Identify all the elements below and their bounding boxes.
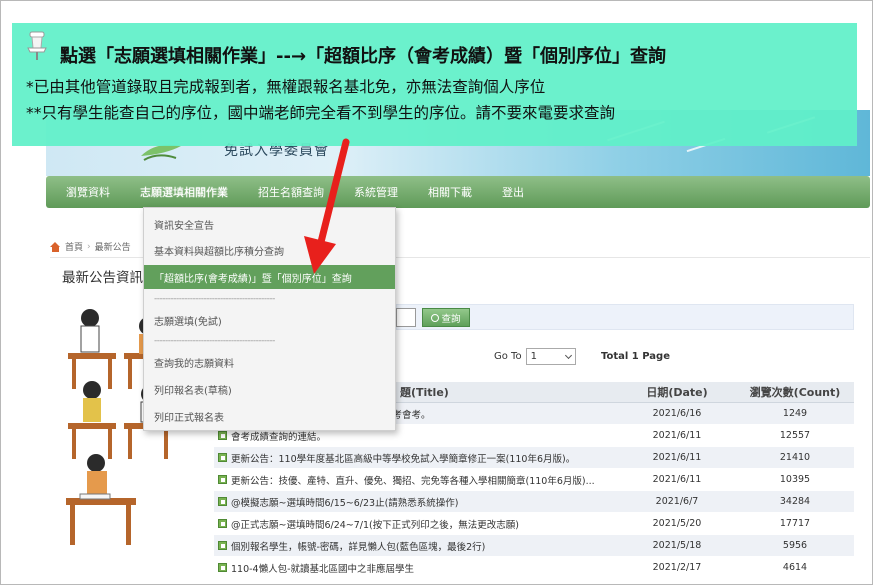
- row-count: 10395: [779, 474, 811, 485]
- table-row[interactable]: 個別報名學生，帳號-密碼，詳見懶人包(藍色區塊，最後2行) 2021/5/18 …: [214, 535, 854, 557]
- row-date: 2021/5/18: [652, 540, 702, 551]
- page-select-value: 1: [530, 351, 537, 362]
- breadcrumb-current: 最新公告: [94, 243, 131, 253]
- instruction-note-2: **只有學生能查自己的序位，國中端老師完全看不到學生的序位。請不要來電要求查詢: [26, 104, 616, 122]
- goto-label: Go To: [494, 351, 522, 362]
- document-icon: [218, 497, 227, 506]
- header-count[interactable]: 瀏覽次數(Count): [736, 382, 854, 402]
- row-count: 12557: [779, 430, 811, 441]
- table-row[interactable]: 更新公告：110學年度基北區高級中等學校免試入學簡章修正一案(110年6月版)。…: [214, 447, 854, 469]
- row-title-cell: @正式志願~選填時間6/24~7/1(按下正式列印之後，無法更改志願): [214, 513, 618, 534]
- row-date: 2021/6/11: [652, 430, 702, 441]
- menu-divider: ----------------------------------------…: [154, 294, 275, 304]
- breadcrumb-home[interactable]: 首頁: [65, 240, 83, 253]
- table-row[interactable]: 更新公告：技優、產特、直升、優免、獨招、完免等各種入學相關簡章(110年6月版)…: [214, 469, 854, 491]
- search-button[interactable]: 查詢: [422, 308, 470, 327]
- menu-item-score-query[interactable]: 基本資料與超額比序積分查詢: [144, 238, 395, 262]
- main-nav: 瀏覽資料 志願選填相關作業 招生名額查詢 系統管理 相關下載 登出: [46, 176, 870, 208]
- row-date: 2021/6/11: [652, 474, 702, 485]
- menu-item-print-final[interactable]: 列印正式報名表: [144, 404, 395, 428]
- instruction-note-1: *已由其他管道錄取且完成報到者，無權跟報名基北免，亦無法查詢個人序位: [26, 78, 546, 96]
- menu-item-choose-preferences[interactable]: 志願選填(免試): [144, 308, 395, 332]
- nav-system-admin[interactable]: 系統管理: [354, 184, 398, 200]
- row-title[interactable]: 110-4懶人包-就讀基北區國中之非應屆學生: [231, 561, 414, 575]
- home-icon: [50, 241, 61, 252]
- menu-item-print-draft[interactable]: 列印報名表(草稿): [144, 377, 395, 401]
- row-title-cell: @模擬志願~選填時間6/15~6/23止(請熟悉系統操作): [214, 491, 618, 512]
- pushpin-icon: [27, 31, 47, 60]
- row-date: 2021/5/20: [652, 518, 702, 529]
- page-title: 最新公告資訊: [62, 270, 143, 286]
- row-date: 2021/6/16: [652, 408, 702, 419]
- row-count: 5956: [782, 540, 808, 551]
- search-icon: [431, 313, 440, 322]
- page-jump: Go To 1: [494, 348, 576, 365]
- instruction-overlay: 點選「志願選填相關作業」--→「超額比序（會考成績）暨「個別序位」查詢 *已由其…: [12, 23, 857, 146]
- row-title[interactable]: 個別報名學生，帳號-密碼，詳見懶人包(藍色區塊，最後2行): [231, 539, 485, 553]
- menu-item-rank-query[interactable]: 「超額比序(會考成績)」暨「個別序位」查詢: [144, 265, 395, 289]
- row-title[interactable]: 更新公告：110學年度基北區高級中等學校免試入學簡章修正一案(110年6月版)。: [231, 451, 575, 465]
- search-button-label: 查詢: [441, 313, 461, 325]
- page-select[interactable]: 1: [525, 348, 576, 365]
- row-count: 1249: [782, 408, 808, 419]
- row-count: 34284: [779, 496, 811, 507]
- chevron-down-icon: [564, 351, 572, 359]
- row-date: 2021/6/11: [652, 452, 702, 463]
- search-input[interactable]: [396, 308, 416, 327]
- red-arrow-icon: [304, 138, 350, 274]
- application-dropdown-menu: 資訊安全宣告 基本資料與超額比序積分查詢 「超額比序(會考成績)」暨「個別序位」…: [143, 207, 396, 431]
- instruction-title: 點選「志願選填相關作業」--→「超額比序（會考成績）暨「個別序位」查詢: [60, 46, 667, 67]
- row-title-cell: 個別報名學生，帳號-密碼，詳見懶人包(藍色區塊，最後2行): [214, 535, 618, 556]
- document-icon: [218, 519, 227, 528]
- table-row[interactable]: @模擬志願~選填時間6/15~6/23止(請熟悉系統操作) 2021/6/7 3…: [214, 491, 854, 513]
- row-title[interactable]: 更新公告：技優、產特、直升、優免、獨招、完免等各種入學相關簡章(110年6月版)…: [231, 473, 595, 487]
- document-icon: [218, 563, 227, 572]
- menu-item-security-notice[interactable]: 資訊安全宣告: [144, 212, 395, 236]
- nav-downloads[interactable]: 相關下載: [428, 184, 472, 200]
- nav-application[interactable]: 志願選填相關作業: [140, 184, 228, 200]
- row-count: 4614: [782, 562, 808, 573]
- row-title[interactable]: @模擬志願~選填時間6/15~6/23止(請熟悉系統操作): [231, 495, 459, 509]
- table-row[interactable]: 110-4懶人包-就讀基北區國中之非應屆學生 2021/2/17 4614: [214, 557, 854, 579]
- row-date: 2021/6/7: [655, 496, 699, 507]
- breadcrumb-separator: ›: [87, 241, 91, 252]
- row-title-cell: 更新公告：110學年度基北區高級中等學校免試入學簡章修正一案(110年6月版)。: [214, 447, 618, 468]
- menu-item-my-preferences[interactable]: 查詢我的志願資料: [144, 350, 395, 374]
- row-title-cell: 110-4懶人包-就讀基北區國中之非應屆學生: [214, 557, 618, 578]
- table-row[interactable]: @正式志願~選填時間6/24~7/1(按下正式列印之後，無法更改志願) 2021…: [214, 513, 854, 535]
- document-icon: [218, 431, 227, 440]
- document-icon: [218, 541, 227, 550]
- nav-browse[interactable]: 瀏覽資料: [66, 184, 110, 200]
- row-date: 2021/2/17: [652, 562, 702, 573]
- nav-logout[interactable]: 登出: [502, 184, 524, 200]
- total-pages: Total 1 Page: [601, 351, 670, 362]
- document-icon: [218, 453, 227, 462]
- document-icon: [218, 475, 227, 484]
- row-title[interactable]: @正式志願~選填時間6/24~7/1(按下正式列印之後，無法更改志願): [231, 517, 519, 531]
- row-title-cell: 更新公告：技優、產特、直升、優免、獨招、完免等各種入學相關簡章(110年6月版)…: [214, 469, 618, 490]
- row-count: 17717: [779, 518, 811, 529]
- header-date[interactable]: 日期(Date): [618, 382, 736, 402]
- menu-divider: ----------------------------------------…: [154, 336, 275, 346]
- row-count: 21410: [779, 452, 811, 463]
